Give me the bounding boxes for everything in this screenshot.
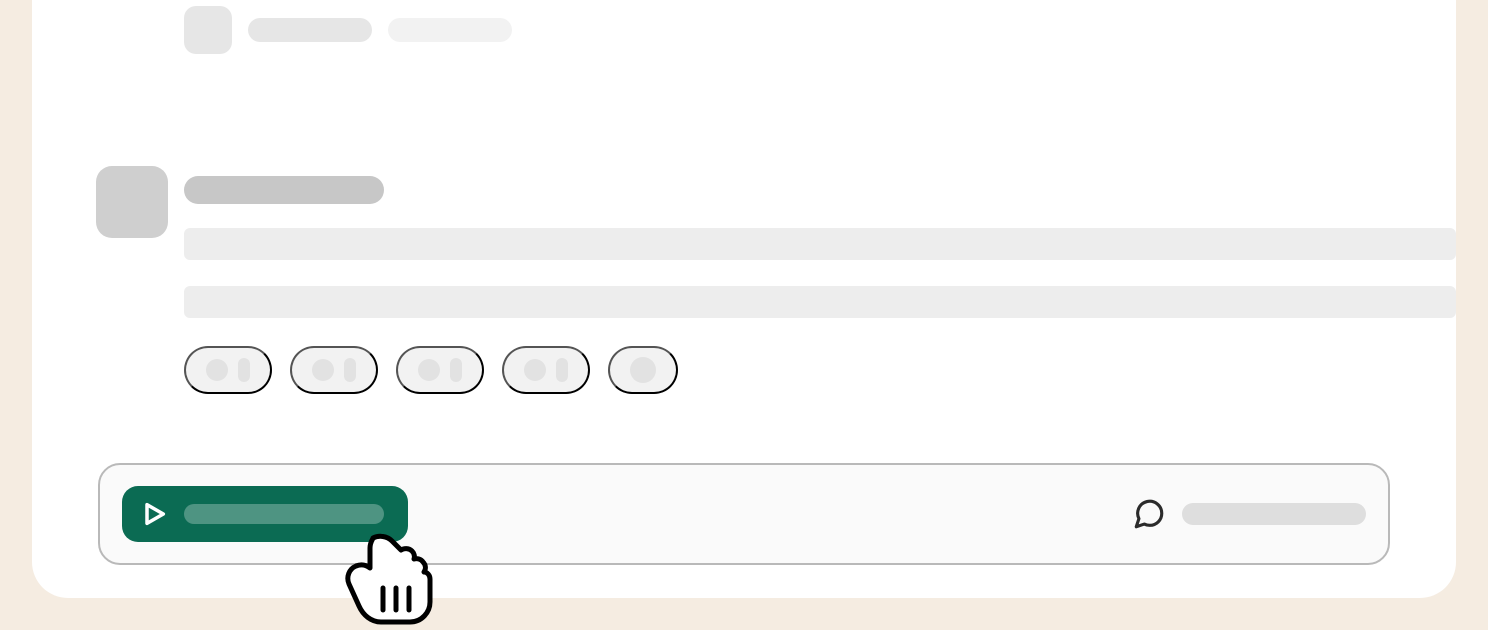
- thread-reply-row: [184, 6, 512, 54]
- start-huddle-button[interactable]: [122, 486, 408, 542]
- reaction-emoji-skeleton: [524, 359, 546, 381]
- reaction-pill[interactable]: [184, 346, 272, 394]
- composer-bar: [98, 463, 1390, 565]
- reaction-emoji-skeleton: [312, 359, 334, 381]
- reaction-count-skeleton: [238, 358, 250, 382]
- reaction-emoji-skeleton: [206, 359, 228, 381]
- reaction-pill[interactable]: [396, 346, 484, 394]
- reaction-count-skeleton: [344, 358, 356, 382]
- reaction-pill[interactable]: [502, 346, 590, 394]
- thread-reply-avatar: [184, 6, 232, 54]
- reaction-count-skeleton: [450, 358, 462, 382]
- reactions-row: [184, 346, 1456, 394]
- message-input-placeholder-group[interactable]: [1132, 497, 1366, 531]
- message-username-skeleton: [184, 176, 384, 204]
- play-icon: [140, 500, 168, 528]
- thread-reply-timestamp-skeleton: [388, 18, 512, 42]
- message-avatar: [96, 166, 168, 238]
- add-reaction-button[interactable]: [608, 346, 678, 394]
- reaction-pill[interactable]: [290, 346, 378, 394]
- message-input-placeholder-skeleton: [1182, 503, 1366, 525]
- huddle-label-skeleton: [184, 504, 384, 524]
- comment-icon: [1132, 497, 1166, 531]
- message-line-skeleton: [184, 228, 1456, 260]
- card-container: [32, 0, 1456, 598]
- thread-reply-name-skeleton: [248, 18, 372, 42]
- add-reaction-icon: [630, 357, 656, 383]
- reaction-emoji-skeleton: [418, 359, 440, 381]
- message-block: [96, 166, 1456, 394]
- message-body: [184, 166, 1456, 394]
- reaction-count-skeleton: [556, 358, 568, 382]
- message-line-skeleton: [184, 286, 1456, 318]
